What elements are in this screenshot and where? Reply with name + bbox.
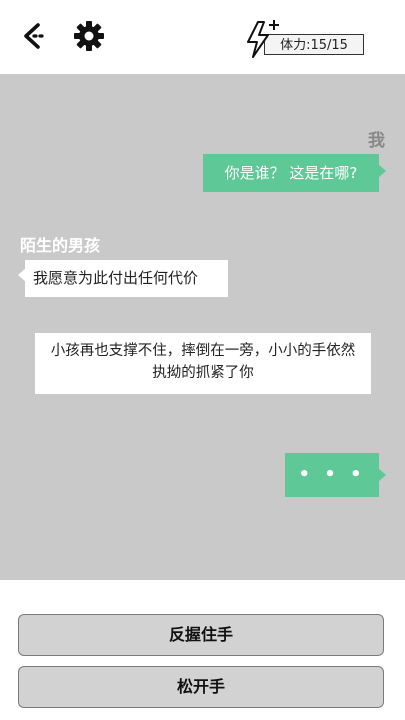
npc-message-bubble: 我愿意为此付出任何代价 <box>18 260 228 297</box>
choice-button-let-go[interactable]: 松开手 <box>18 666 384 708</box>
npc-name: 陌生的男孩 <box>20 236 101 255</box>
bubble-tail <box>378 164 386 178</box>
lightning-plus-icon <box>244 18 284 60</box>
player-name: 我 <box>368 131 385 151</box>
narration-box: 小孩再也支撑不住，摔倒在一旁，小小的手依然执拗的抓紧了你 <box>35 333 371 394</box>
player-message-bubble: 你是谁？ 这是在哪? <box>203 154 386 192</box>
choice-panel: 反握住手 松开手 <box>0 580 405 720</box>
top-bar: 体力:15/15 <box>0 0 405 74</box>
choice-button-hold-hand[interactable]: 反握住手 <box>18 614 384 656</box>
gear-icon[interactable] <box>72 19 106 53</box>
npc-message-text: 我愿意为此付出任何代价 <box>33 269 199 287</box>
typing-dots: • • • <box>298 464 366 485</box>
back-arrow-icon[interactable] <box>20 20 52 52</box>
stamina-display[interactable]: 体力:15/15 <box>244 18 368 60</box>
typing-indicator-bubble[interactable]: • • • <box>285 453 386 497</box>
bubble-tail <box>18 268 26 282</box>
player-message-text: 你是谁？ 这是在哪? <box>224 164 358 182</box>
bubble-tail <box>378 468 386 482</box>
narration-text: 小孩再也支撑不住，摔倒在一旁，小小的手依然执拗的抓紧了你 <box>50 343 356 381</box>
chat-area[interactable]: 我 你是谁？ 这是在哪? 陌生的男孩 我愿意为此付出任何代价 小孩再也支撑不住，… <box>0 74 405 580</box>
